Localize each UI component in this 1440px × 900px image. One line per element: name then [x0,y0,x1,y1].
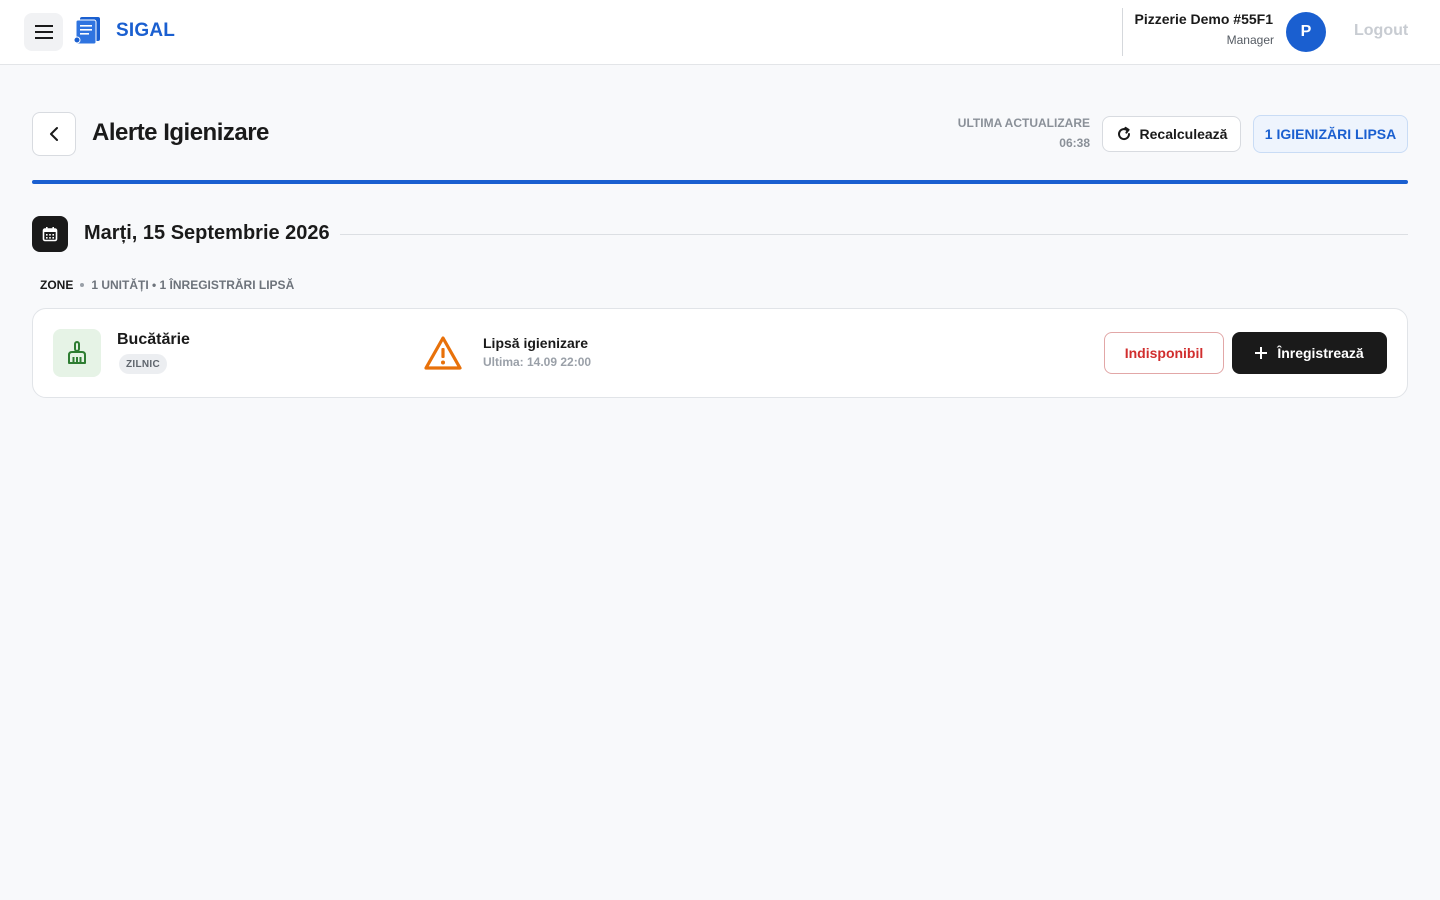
page-title: Alerte Igienizare [92,119,269,146]
top-bar: SIGAL Pizzerie Demo #55F1 Manager P Logo… [0,0,1440,65]
alert-last-time: Ultima: 14.09 22:00 [483,355,592,369]
cleaning-brush-icon [68,341,86,364]
zone-counts: 1 UNITĂȚI • 1 ÎNREGISTRĂRI LIPSĂ [91,278,295,292]
logout-button[interactable]: Logout [1354,22,1408,40]
zone-label: ZONE [40,278,74,292]
zone-icon-badge [53,329,101,377]
date-heading: Marți, 15 Septembrie 2026 [84,222,330,244]
calendar-icon [42,227,58,242]
header-divider [1122,8,1123,56]
header-accent-line [32,180,1408,184]
alert-title: Lipsă igienizare [483,335,589,351]
document-stack-icon [73,17,100,45]
warning-icon [424,336,462,370]
zone-summary: ZONE 1 UNITĂȚI • 1 ÎNREGISTRĂRI LIPSĂ [40,278,294,292]
brand-name: SIGAL [116,20,176,41]
recalculate-label: Recalculează [1139,126,1228,142]
back-button[interactable] [32,112,76,156]
register-button[interactable]: Înregistrează [1232,332,1387,374]
avatar[interactable]: P [1286,12,1326,52]
calendar-badge [32,216,68,252]
user-role: Manager [1226,33,1274,47]
frequency-badge: ZILNIC [119,354,168,374]
menu-button[interactable] [24,13,63,51]
recalculate-button[interactable]: Recalculează [1102,116,1241,152]
missing-count-badge[interactable]: 1 IGIENIZĂRI LIPSA [1253,115,1408,153]
plus-icon [1255,347,1268,359]
user-name: Pizzerie Demo #55F1 [1134,11,1273,27]
hamburger-icon [34,25,53,39]
date-divider [340,234,1408,235]
last-update-time: 06:38 [1059,136,1090,150]
zone-name: Bucătărie [117,331,190,348]
last-update-label: ULTIMA ACTUALIZARE [957,116,1090,130]
zone-card: Bucătărie ZILNIC Lipsă igienizare Ultima… [32,308,1408,398]
refresh-icon [1117,126,1130,141]
chevron-left-icon [50,127,58,141]
unavailable-button[interactable]: Indisponibil [1104,332,1224,374]
separator-dot [80,283,85,287]
register-label: Înregistrează [1277,345,1364,361]
